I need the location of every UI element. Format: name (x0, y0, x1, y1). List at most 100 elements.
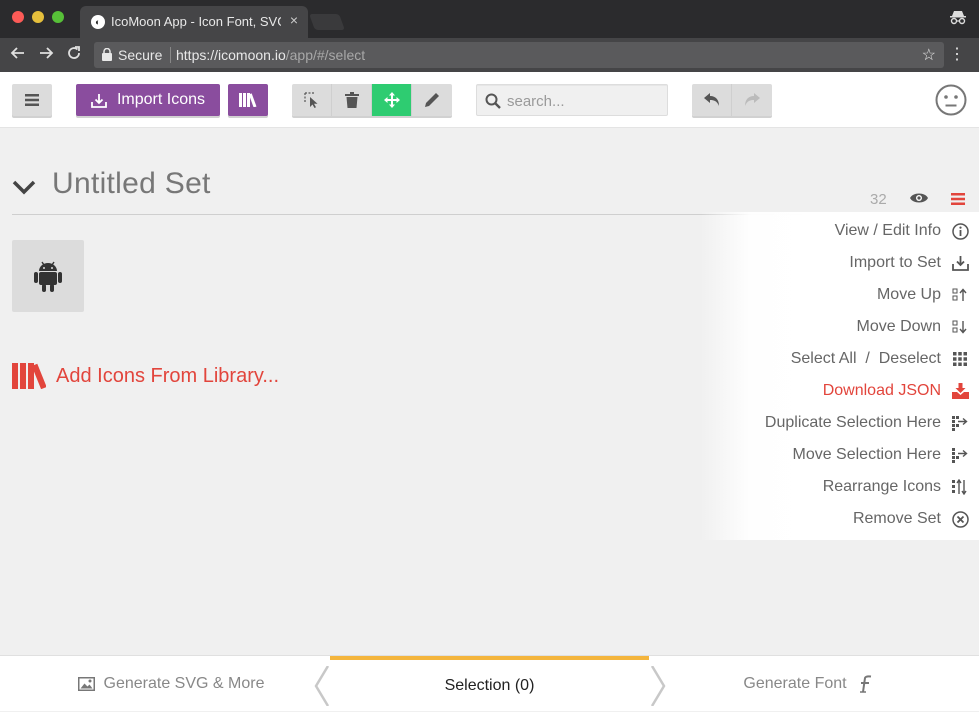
delete-tool-button[interactable] (332, 84, 372, 116)
set-options-menu: View / Edit Info Import to Set Move Up M… (700, 212, 979, 540)
generate-svg-label: Generate SVG & More (103, 675, 265, 692)
menu-item-select-all-deselect[interactable]: Select All / Deselect (791, 343, 969, 375)
grid-icon (951, 350, 969, 368)
eye-icon[interactable] (910, 192, 928, 204)
select-cursor-icon (303, 92, 317, 108)
menu-item-view-edit-info[interactable]: View / Edit Info (835, 215, 969, 247)
download-icon (951, 382, 969, 400)
font-f-icon (859, 675, 871, 693)
tab-close-button[interactable]: × (290, 12, 298, 28)
search-input[interactable] (507, 91, 657, 111)
tool-mode-group (292, 84, 452, 116)
menu-item-import-to-set[interactable]: Import to Set (849, 247, 969, 279)
undo-icon (703, 93, 719, 106)
import-icons-button[interactable]: Import Icons (76, 84, 220, 116)
import-icons-label: Import Icons (116, 91, 206, 108)
app-toolbar: Import Icons (0, 72, 979, 128)
secure-label: Secure (118, 47, 163, 63)
forward-arrow-icon (40, 47, 54, 59)
menu-item-rearrange-icons[interactable]: Rearrange Icons (823, 471, 969, 503)
import-icon (951, 254, 969, 272)
menu-item-download-json[interactable]: Download JSON (823, 375, 969, 407)
back-button[interactable] (8, 45, 28, 65)
menu-item-label: Move Up (876, 286, 941, 303)
remove-icon (951, 510, 969, 528)
generate-font-tab[interactable]: Generate Font (649, 656, 967, 712)
menu-item-move-down[interactable]: Move Down (857, 311, 969, 343)
add-icons-from-library-link[interactable]: Add Icons From Library... (12, 360, 279, 392)
forward-button[interactable] (36, 45, 56, 65)
menu-item-label: Download JSON (822, 382, 941, 399)
browser-addressbar: Secure https://icomoon.io/app/#/select ☆… (0, 38, 979, 72)
pencil-icon (425, 93, 439, 107)
move-up-icon (951, 286, 969, 304)
bookmark-star-icon[interactable]: ☆ (922, 45, 936, 65)
undo-button[interactable] (692, 84, 732, 116)
url-separator (170, 47, 171, 63)
set-menu-icon[interactable] (951, 193, 965, 205)
new-tab-button[interactable] (309, 14, 345, 30)
image-icon (77, 677, 95, 691)
reload-button[interactable] (64, 45, 84, 65)
tab-title: IcoMoon App - Icon Font, SVG (111, 14, 281, 29)
menu-item-label: Duplicate Selection Here (764, 414, 941, 431)
bottom-bar: Generate SVG & More Selection (0) Genera… (0, 655, 979, 711)
search-field[interactable] (476, 84, 668, 116)
close-window-button[interactable] (12, 11, 24, 23)
main-menu-button[interactable] (12, 84, 52, 116)
menu-item-label: View / Edit Info (834, 222, 941, 239)
menu-item-label: Move Selection Here (792, 446, 941, 463)
icon-library-button[interactable] (228, 84, 268, 116)
left-tab-separator-icon (314, 666, 330, 706)
reload-icon (68, 46, 80, 59)
library-books-icon (12, 363, 46, 389)
incognito-icon (950, 11, 966, 25)
maximize-window-button[interactable] (52, 11, 64, 23)
rearrange-icon (951, 478, 969, 496)
icon-tile-android[interactable] (12, 240, 84, 312)
menu-item-label: Rearrange Icons (822, 478, 941, 495)
menu-item-label: Import to Set (849, 254, 941, 271)
set-title[interactable]: Untitled Set (52, 167, 211, 201)
redo-button[interactable] (732, 84, 772, 116)
edit-tool-button[interactable] (412, 84, 452, 116)
account-avatar-icon[interactable] (935, 84, 967, 116)
icomoon-favicon-icon: ◐ (91, 15, 105, 29)
selection-label: Selection (0) (444, 677, 535, 694)
menu-item-label: Move Down (856, 318, 941, 335)
menu-item-duplicate-selection[interactable]: Duplicate Selection Here (765, 407, 969, 439)
icon-count: 32 (870, 191, 887, 208)
url-bar[interactable]: Secure https://icomoon.io/app/#/select ☆ (94, 42, 944, 68)
trash-icon (344, 92, 359, 108)
lock-icon (102, 48, 112, 61)
collapse-chevron-icon[interactable] (12, 179, 36, 195)
generate-font-label: Generate Font (743, 675, 847, 692)
generate-svg-tab[interactable]: Generate SVG & More (12, 656, 330, 712)
url-path: /app/#/select (285, 47, 366, 63)
browser-tab[interactable]: ◐ IcoMoon App - Icon Font, SVG × (80, 6, 308, 38)
history-group (692, 84, 772, 116)
menu-item-move-up[interactable]: Move Up (877, 279, 969, 311)
move-tool-button[interactable] (372, 84, 412, 116)
move-selection-icon (951, 446, 969, 464)
menu-item-label: Select All / Deselect (790, 350, 941, 367)
url-host: https://icomoon.io (176, 47, 286, 63)
hamburger-icon (25, 94, 39, 106)
add-icons-from-library-label: Add Icons From Library... (56, 364, 280, 387)
selection-tab[interactable]: Selection (0) (330, 656, 649, 712)
select-tool-button[interactable] (292, 84, 332, 116)
search-icon (485, 93, 501, 109)
duplicate-icon (951, 414, 969, 432)
menu-item-remove-set[interactable]: Remove Set (853, 503, 969, 535)
info-icon (951, 222, 969, 240)
import-icon (91, 93, 107, 108)
menu-item-move-selection[interactable]: Move Selection Here (792, 439, 969, 471)
menu-item-label: Remove Set (852, 510, 941, 527)
android-icon (34, 261, 62, 292)
back-arrow-icon (10, 47, 24, 59)
minimize-window-button[interactable] (32, 11, 44, 23)
browser-menu-icon[interactable]: ⋮ (949, 44, 965, 64)
browser-titlebar: ◐ IcoMoon App - Icon Font, SVG × (0, 0, 979, 38)
url-text: https://icomoon.io/app/#/select (176, 47, 365, 63)
redo-icon (745, 93, 760, 106)
